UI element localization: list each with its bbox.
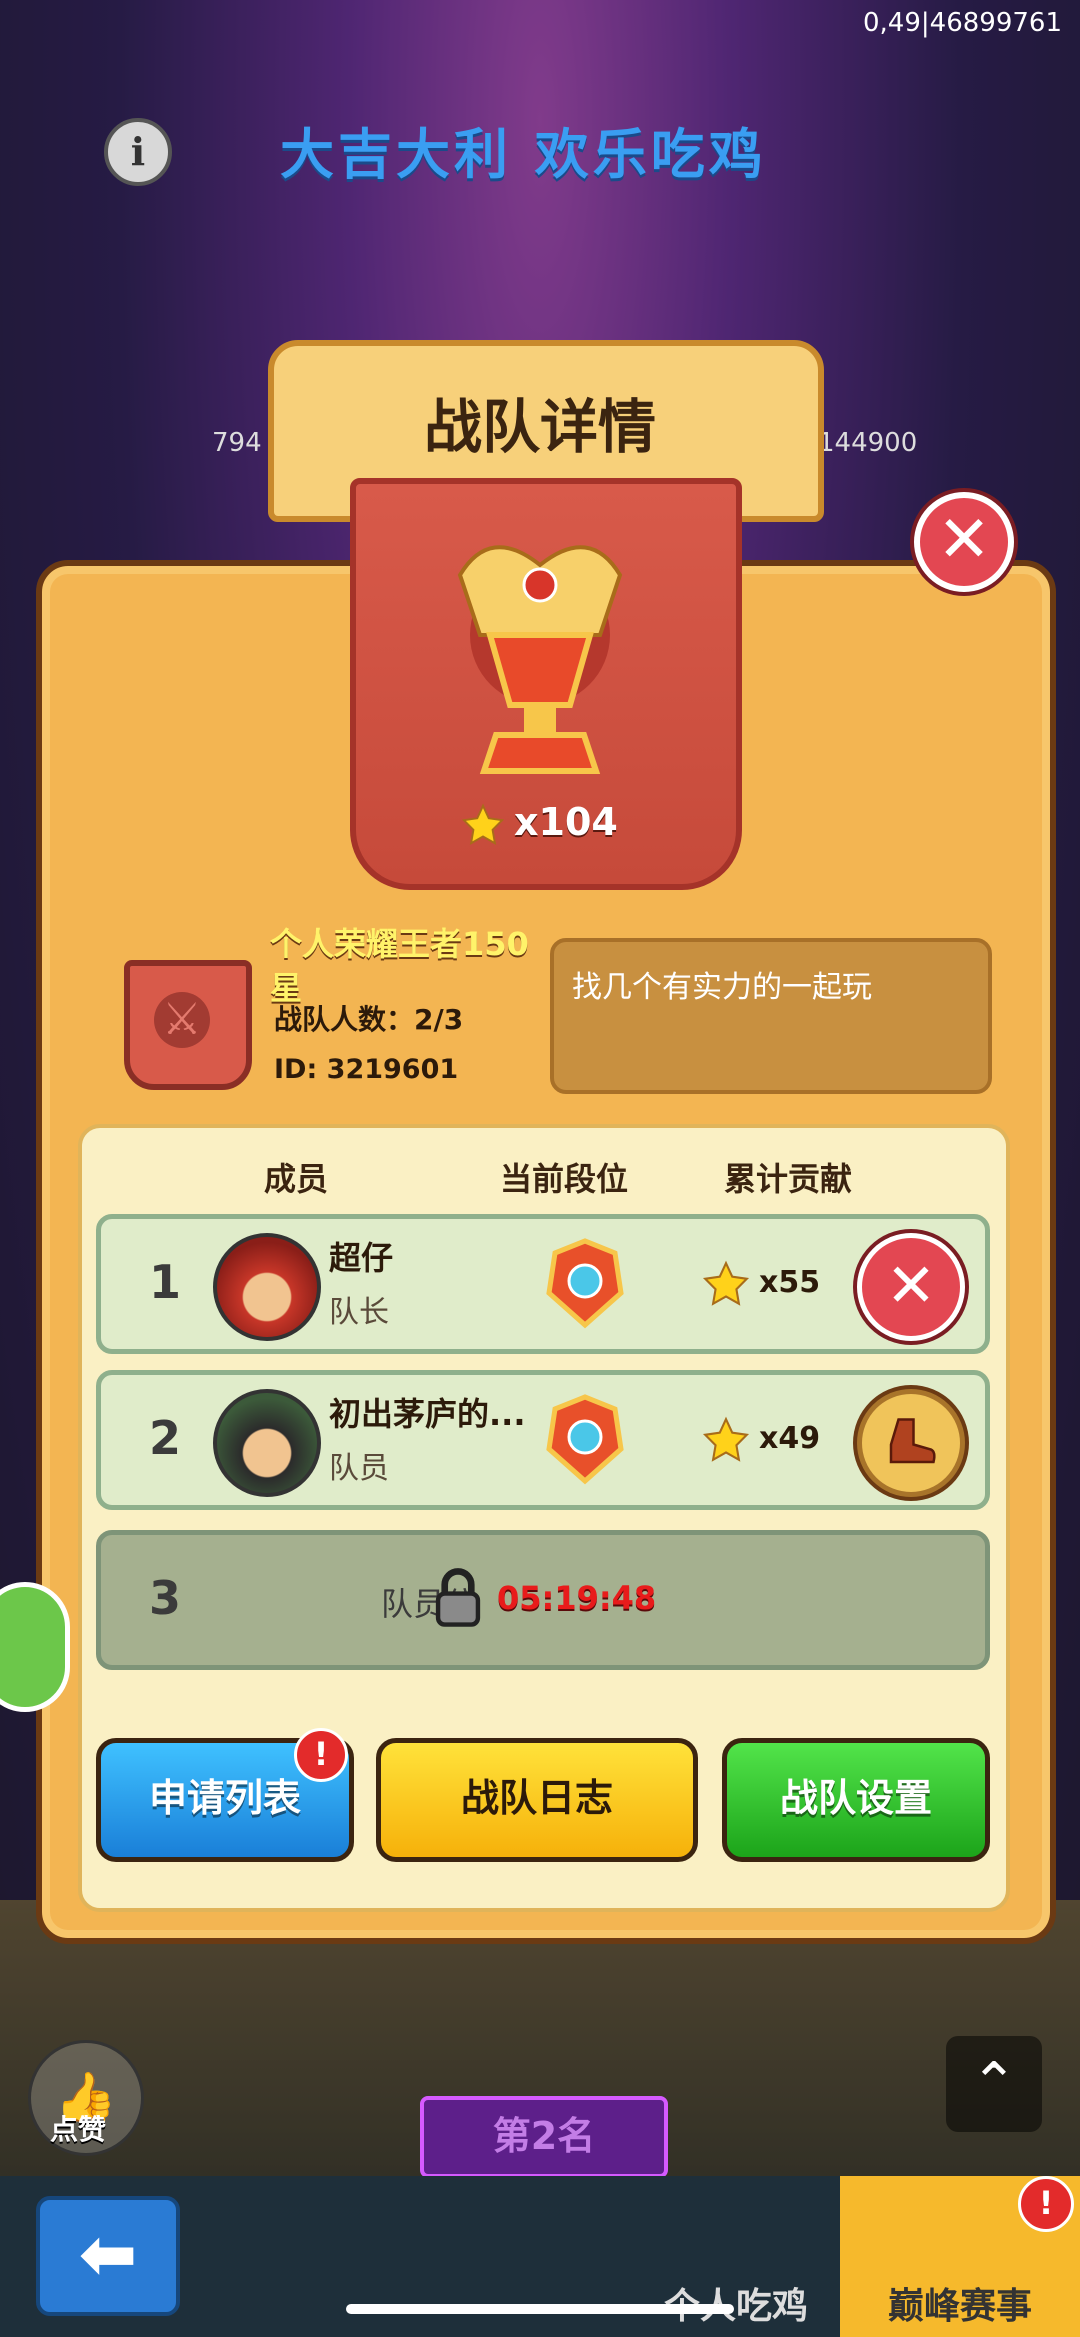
star-icon <box>702 1416 750 1462</box>
right-player-score: 144900 <box>818 428 918 458</box>
member-role: 队长 <box>329 1295 389 1330</box>
header-rank: 当前段位 <box>500 1160 629 1198</box>
member-row-2[interactable]: 2 初出茅庐的... 队员 x49 <box>96 1370 990 1510</box>
rank-badge-icon <box>546 1238 624 1329</box>
member-role: 队员 <box>329 1451 389 1486</box>
chevron-up-icon[interactable]: ⌃ <box>946 2036 1042 2132</box>
close-icon[interactable]: ✕ <box>914 492 1014 592</box>
star-icon <box>461 803 505 846</box>
rank-pill: 第2名 <box>420 2096 668 2178</box>
team-emblem: ⚔ <box>124 960 252 1090</box>
team-member-count: 战队人数：2/3 <box>274 1003 464 1036</box>
notification-badge: ! <box>1018 2176 1074 2232</box>
member-contribution: x55 <box>759 1265 821 1300</box>
member-row-3-locked: 3 队员位 05:19:48 <box>96 1530 990 1670</box>
event-title: 大吉大利 欢乐吃鸡 <box>280 123 767 186</box>
rank-badge-icon <box>546 1394 624 1485</box>
team-star-count: x104 <box>514 800 618 844</box>
team-motto: 找几个有实力的一起玩 <box>572 970 872 1005</box>
notification-badge: ! <box>294 1728 348 1782</box>
close-icon[interactable]: ✕ <box>857 1233 965 1341</box>
tab-peak-label: 巅峰赛事 <box>887 2286 1032 2327</box>
dragon-trophy-icon <box>457 545 623 774</box>
member-name: 初出茅庐的... <box>329 1395 526 1433</box>
unlock-timer: 05:19:48 <box>497 1579 657 1617</box>
lock-icon <box>435 1568 481 1627</box>
boot-shape <box>889 1418 936 1464</box>
team-id: ID: 3219601 <box>274 1054 459 1085</box>
home-indicator[interactable] <box>346 2304 734 2314</box>
header-member: 成员 <box>264 1160 329 1198</box>
member-index: 1 <box>149 1255 182 1309</box>
boot-icon[interactable] <box>857 1389 965 1497</box>
left-player-score: 794 <box>212 428 262 458</box>
sword-icon: ⚔ <box>154 992 210 1048</box>
side-menu-toggle[interactable] <box>0 1582 70 1712</box>
star-icon <box>702 1260 750 1306</box>
debug-code: 0,49|46899761 <box>863 8 1062 38</box>
back-arrow-icon[interactable]: ⬅ <box>36 2196 180 2316</box>
panel-title: 战队详情 <box>423 393 656 461</box>
team-settings-button[interactable]: 战队设置 <box>722 1738 990 1862</box>
team-name: 个人荣耀王者150星 <box>270 925 529 1007</box>
member-name: 超仔 <box>329 1239 394 1277</box>
info-icon[interactable]: i <box>104 118 172 186</box>
member-index: 2 <box>149 1411 182 1465</box>
avatar[interactable] <box>213 1389 321 1497</box>
member-index: 3 <box>149 1571 182 1625</box>
tab-solo-label: 个人吃鸡 <box>663 2286 808 2327</box>
team-motto-box: 找几个有实力的一起玩 <box>550 938 992 1094</box>
like-label: 点赞 <box>50 2113 107 2146</box>
team-log-button[interactable]: 战队日志 <box>376 1738 698 1862</box>
member-contribution: x49 <box>759 1421 821 1456</box>
avatar[interactable] <box>213 1233 321 1341</box>
header-contribution: 累计贡献 <box>724 1160 853 1198</box>
member-row-1[interactable]: 1 超仔 队长 x55 ✕ <box>96 1214 990 1354</box>
